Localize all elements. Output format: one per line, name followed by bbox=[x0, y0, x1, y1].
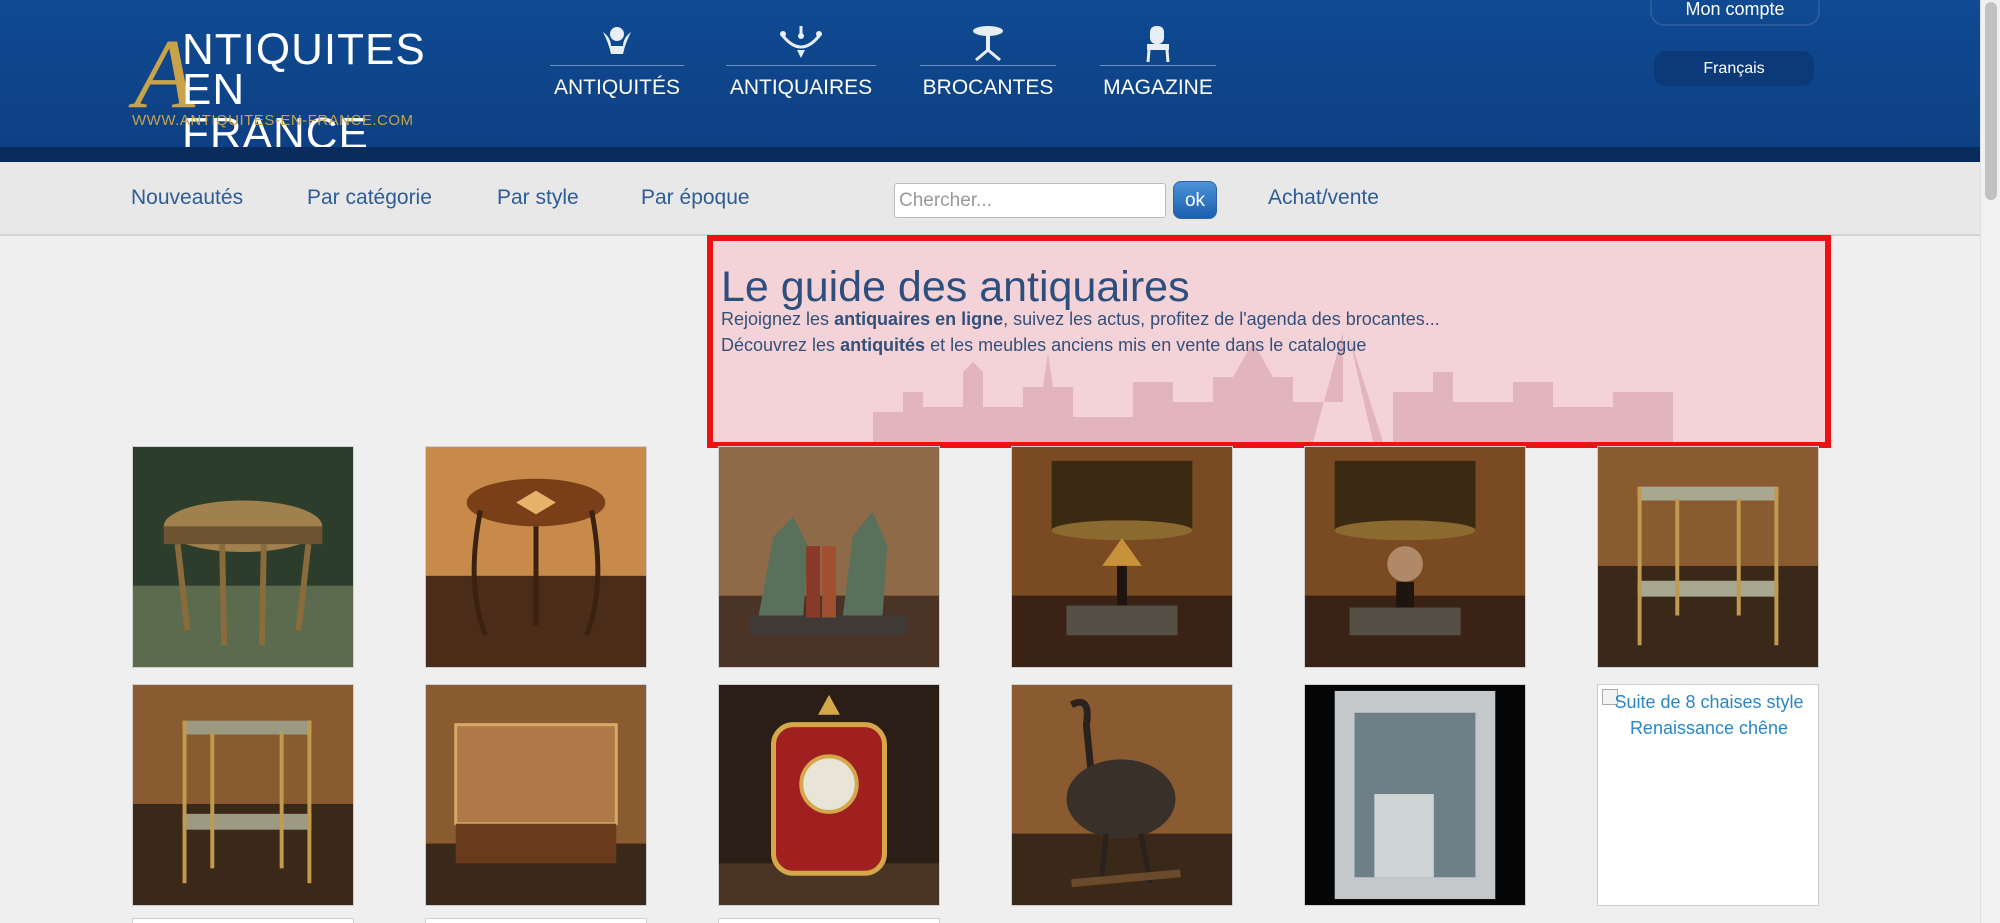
vertical-scrollbar[interactable] bbox=[1980, 0, 2000, 923]
pedestal-table-icon bbox=[920, 20, 1056, 66]
secondary-nav: Nouveautés Par catégorie Par style Par é… bbox=[0, 162, 1980, 236]
product-thumbnail[interactable] bbox=[1304, 684, 1526, 906]
intro-emphasis: antiquités bbox=[840, 335, 926, 355]
product-thumbnail[interactable] bbox=[425, 446, 647, 668]
page-title: Le guide des antiquaires bbox=[721, 263, 1190, 311]
site-header: A NTIQUITES EN FRANCE WWW.ANTIQUITES-EN-… bbox=[0, 0, 1980, 162]
nav-label: BROCANTES bbox=[922, 76, 1054, 99]
bamboo-side-table-icon bbox=[1598, 447, 1818, 667]
nav-magazine[interactable]: MAGAZINE bbox=[1100, 20, 1216, 110]
brass-side-table-icon bbox=[133, 685, 353, 905]
logo-url: WWW.ANTIQUITES-EN-FRANCE.COM bbox=[132, 112, 414, 129]
cherub-icon bbox=[550, 20, 684, 66]
search-button[interactable]: ok bbox=[1173, 181, 1217, 219]
horse-bookends-icon bbox=[719, 447, 939, 667]
search-input[interactable] bbox=[894, 183, 1166, 218]
nav-antiquaires[interactable]: ANTIQUAIRES bbox=[726, 20, 876, 110]
image-alt-text: Suite de 8 chaises style Renaissance chê… bbox=[1614, 692, 1804, 738]
product-thumbnail-partial[interactable] bbox=[132, 918, 354, 923]
silver-mirror-icon bbox=[1305, 685, 1525, 905]
header-divider bbox=[0, 147, 1980, 162]
account-tab[interactable]: Mon compte bbox=[1650, 0, 1820, 26]
subnav-par-categorie[interactable]: Par catégorie bbox=[307, 186, 432, 210]
product-thumbnail[interactable] bbox=[718, 446, 940, 668]
site-logo[interactable]: A NTIQUITES EN FRANCE WWW.ANTIQUITES-EN-… bbox=[130, 24, 436, 156]
ball-lamp-icon bbox=[1305, 447, 1525, 667]
product-thumbnail[interactable] bbox=[1011, 446, 1233, 668]
nav-label: ANTIQUITÉS bbox=[553, 76, 680, 99]
ostrich-sculpture-icon bbox=[1012, 685, 1232, 905]
intro-text: Rejoignez les bbox=[721, 309, 835, 329]
nav-brocantes[interactable]: BROCANTES bbox=[920, 20, 1056, 110]
product-thumbnail[interactable] bbox=[1304, 446, 1526, 668]
nav-label: MAGAZINE bbox=[1103, 76, 1213, 99]
intro-text: Découvrez les bbox=[721, 335, 841, 355]
intro-text: , suivez les actus, profitez de l'agenda… bbox=[1003, 309, 1440, 329]
lotus-lamp-icon bbox=[1012, 447, 1232, 667]
scrollbar-thumb[interactable] bbox=[1985, 2, 1997, 200]
product-thumbnail[interactable] bbox=[1011, 684, 1233, 906]
chandelier-icon bbox=[726, 20, 876, 66]
product-thumbnail[interactable] bbox=[132, 684, 354, 906]
product-thumbnail[interactable] bbox=[132, 446, 354, 668]
boulle-clock-icon bbox=[719, 685, 939, 905]
product-thumbnail[interactable]: Suite de 8 chaises style Renaissance chê… bbox=[1597, 684, 1819, 906]
product-thumbnail[interactable] bbox=[425, 684, 647, 906]
intro-line-2: Découvrez les antiquités et les meubles … bbox=[721, 335, 1366, 356]
nav-antiquites[interactable]: ANTIQUITÉS bbox=[550, 20, 684, 110]
subnav-par-epoque[interactable]: Par époque bbox=[641, 186, 750, 210]
gueridon-table-icon bbox=[426, 447, 646, 667]
subnav-par-style[interactable]: Par style bbox=[497, 186, 579, 210]
display-cabinet-icon bbox=[426, 685, 646, 905]
round-table-icon bbox=[133, 447, 353, 667]
intro-text: et les meubles anciens mis en vente dans… bbox=[925, 335, 1367, 355]
nav-label: ANTIQUAIRES bbox=[729, 76, 873, 99]
product-thumbnail[interactable] bbox=[718, 684, 940, 906]
language-selector[interactable]: Français bbox=[1654, 51, 1814, 86]
subnav-nouveautes[interactable]: Nouveautés bbox=[131, 186, 243, 210]
intro-emphasis: antiquaires en ligne bbox=[834, 309, 1004, 329]
product-thumbnail-partial[interactable] bbox=[718, 918, 940, 923]
chair-icon bbox=[1100, 20, 1216, 66]
subnav-achat-vente[interactable]: Achat/vente bbox=[1268, 186, 1379, 210]
intro-highlight-box: Le guide des antiquaires Rejoignez les a… bbox=[707, 235, 1831, 448]
intro-line-1: Rejoignez les antiquaires en ligne, suiv… bbox=[721, 309, 1440, 330]
product-thumbnail[interactable] bbox=[1597, 446, 1819, 668]
product-thumbnail-partial[interactable] bbox=[425, 918, 647, 923]
